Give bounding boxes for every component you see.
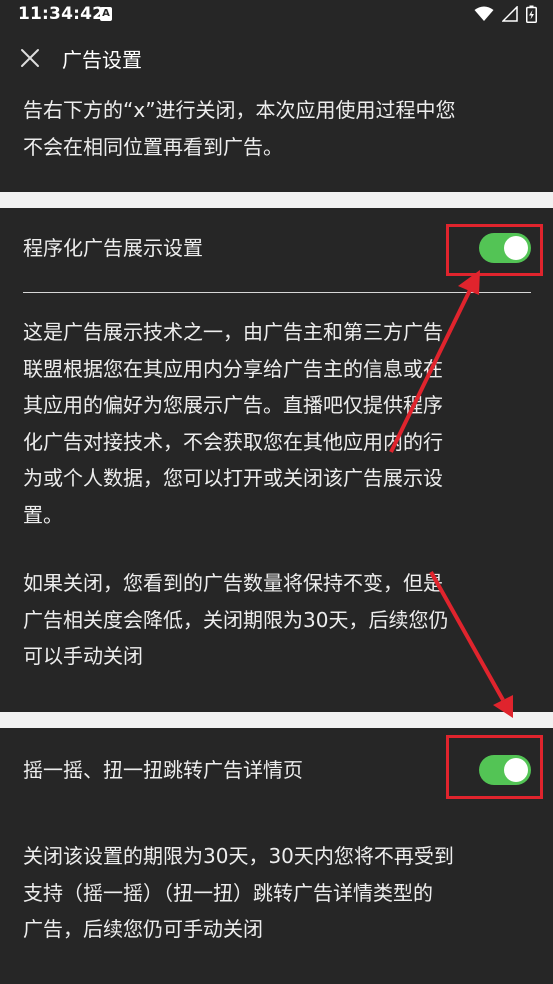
description-line: 广告，后续您仍可手动关闭	[23, 917, 263, 941]
page-title: 广告设置	[62, 48, 142, 72]
intro-line: 不会在相同位置再看到广告。	[23, 134, 283, 159]
shake-ads-description: 关闭该设置的期限为30天，30天内您将不再受到 支持（摇一摇）（扭一扭）跳转广告…	[23, 838, 533, 948]
description-line: 化广告对接技术，不会获取您在其他应用内的行	[23, 429, 443, 454]
signal-icon	[501, 5, 518, 26]
status-bar: 11:34:42 A	[0, 0, 553, 32]
intro-panel: 告右下方的“x”进行关闭，本次应用使用过程中您 不会在相同位置再看到广告。	[0, 88, 553, 192]
programmatic-ads-description: 这是广告展示技术之一，由广告主和第三方广告 联盟根据您在其应用内分享给广告主的信…	[23, 314, 533, 533]
note-line: 可以手动关闭	[23, 644, 143, 668]
close-icon	[20, 48, 40, 72]
note-line: 如果关闭，您看到的广告数量将保持不变，但是	[23, 571, 443, 595]
accessibility-notification-icon: A	[100, 7, 112, 21]
description-line: 为或个人数据，您可以打开或关闭该广告展示设	[23, 466, 443, 490]
description-line: 关闭该设置的期限为30天，30天内您将不再受到	[23, 844, 454, 868]
status-icons	[474, 5, 537, 27]
divider	[23, 292, 531, 293]
toggle-highlight-box	[446, 224, 543, 276]
battery-icon	[526, 5, 537, 27]
status-time: 11:34:42	[18, 4, 105, 24]
description-line: 支持（摇一摇）（扭一扭）跳转广告详情类型的	[23, 880, 433, 905]
toggle-highlight-box	[446, 735, 543, 799]
programmatic-ads-note: 如果关闭，您看到的广告数量将保持不变，但是 广告相关度会降低，关闭期限为30天，…	[23, 565, 533, 675]
description-line: 置。	[23, 502, 63, 527]
programmatic-ads-panel: 程序化广告展示设置 这是广告展示技术之一，由广告主和第三方广告 联盟根据您在其应…	[0, 208, 553, 712]
description-line: 这是广告展示技术之一，由广告主和第三方广告	[23, 320, 443, 344]
wifi-icon	[474, 6, 494, 26]
intro-line: 告右下方的“x”进行关闭，本次应用使用过程中您	[23, 98, 456, 122]
description-line: 联盟根据您在其应用内分享给广告主的信息或在	[23, 356, 443, 381]
intro-text: 告右下方的“x”进行关闭，本次应用使用过程中您 不会在相同位置再看到广告。	[23, 92, 533, 165]
shake-ads-title: 摇一摇、扭一扭跳转广告详情页	[23, 758, 303, 782]
programmatic-ads-title: 程序化广告展示设置	[23, 236, 203, 260]
app-bar: 广告设置	[0, 32, 553, 88]
note-line: 广告相关度会降低，关闭期限为30天，后续您仍	[23, 607, 449, 632]
close-button[interactable]	[10, 40, 50, 80]
ad-settings-screen: 11:34:42 A 广告设置 告右下方的“x”进行关闭，本次应用使用过程中您 …	[0, 0, 553, 984]
description-line: 其应用的偏好为您展示广告。直播吧仅提供程序	[23, 393, 443, 417]
